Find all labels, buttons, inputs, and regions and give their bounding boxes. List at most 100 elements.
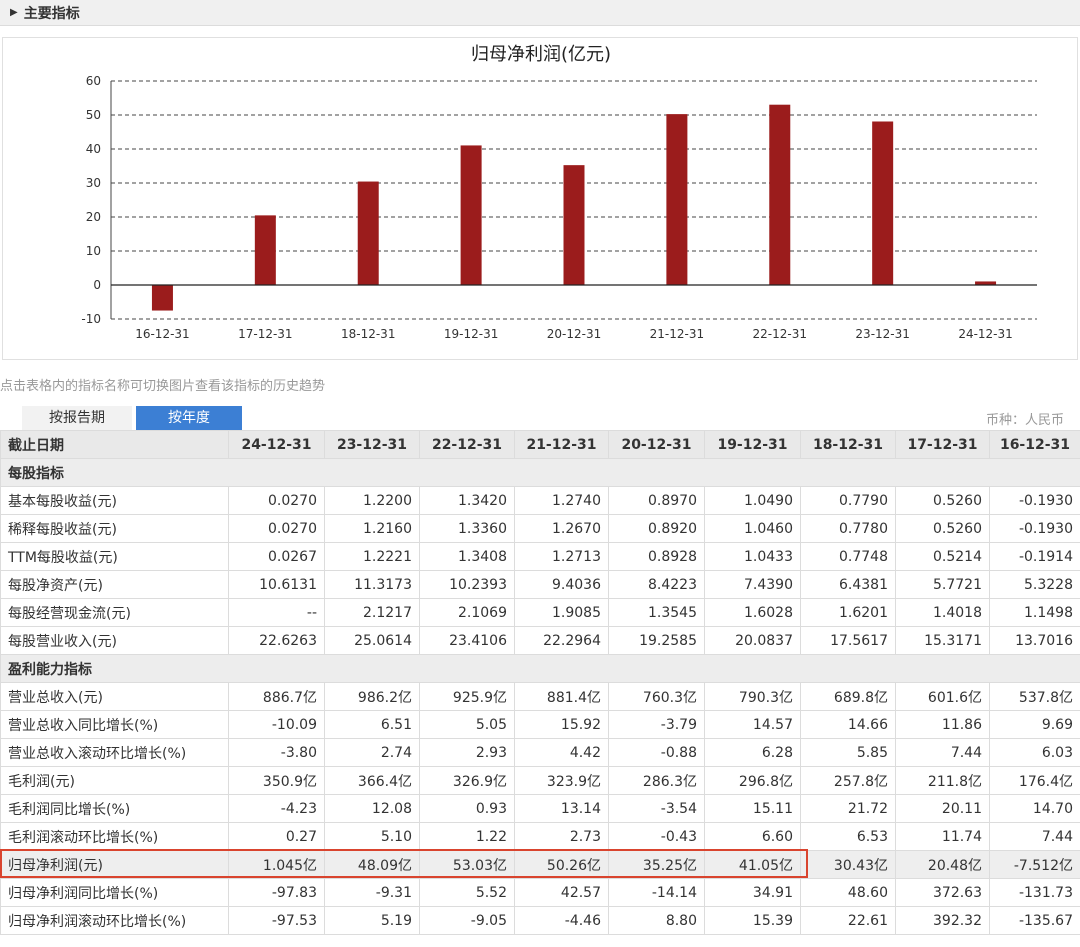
tab-by-report-period[interactable]: 按报告期 [22, 406, 132, 430]
indicator-name-link[interactable]: 稀释每股收益(元) [0, 514, 229, 543]
table-cell: 0.93 [419, 794, 515, 823]
indicator-name-link[interactable]: 归母净利润(元) [0, 850, 229, 879]
table-row: 归母净利润滚动环比增长(%) -97.53 5.19 -9.05 -4.46 8.80 15… [0, 906, 1080, 935]
table-cell: 41.05亿 [704, 850, 801, 879]
table-row: 毛利润同比增长(%) -4.23 12.08 0.93 13.14 -3.54 15.11 2… [0, 794, 1080, 823]
table-cell: 1.0460 [704, 514, 801, 543]
indicator-name-link[interactable]: 毛利润(元) [0, 766, 229, 795]
table-cell: 14.70 [989, 794, 1080, 823]
header-date: 18-12-31 [800, 430, 896, 459]
table-cell: 176.4亿 [989, 766, 1080, 795]
x-tick-label: 17-12-31 [238, 327, 292, 341]
indicator-name-link[interactable]: 营业总收入滚动环比增长(%) [0, 738, 229, 767]
table-row: 毛利润(元) 350.9亿 366.4亿 326.9亿 323.9亿 286.3亿 296.… [0, 766, 1080, 795]
y-tick-label: 30 [86, 176, 101, 190]
table-row: 归母净利润同比增长(%) -97.83 -9.31 5.52 42.57 -14.14 34… [0, 878, 1080, 907]
table-cell: 601.6亿 [895, 682, 990, 711]
table-cell: 0.0267 [228, 542, 325, 571]
x-tick-label: 21-12-31 [650, 327, 704, 341]
table-cell: 19.2585 [608, 626, 705, 655]
table-cell: 9.69 [989, 710, 1080, 739]
header-date: 23-12-31 [324, 430, 420, 459]
group-title: 盈利能力指标 [0, 654, 1080, 683]
table-cell: 7.4390 [704, 570, 801, 599]
y-tick-label: 50 [86, 108, 101, 122]
table-cell: 0.5214 [895, 542, 990, 571]
header-date: 19-12-31 [704, 430, 801, 459]
table-cell: 1.2713 [514, 542, 609, 571]
table-row: 稀释每股收益(元) 0.0270 1.2160 1.3360 1.2670 0.8920 1… [0, 514, 1080, 543]
x-tick-label: 18-12-31 [341, 327, 395, 341]
table-row: 营业总收入同比增长(%) -10.09 6.51 5.05 15.92 -3.79 14.5… [0, 710, 1080, 739]
table-cell: 1.3360 [419, 514, 515, 543]
table-cell: 0.8928 [608, 542, 705, 571]
indicator-name-link[interactable]: 每股净资产(元) [0, 570, 229, 599]
table-cell: 4.42 [514, 738, 609, 767]
table-cell: 2.1069 [419, 598, 515, 627]
period-tabs: 按报告期 按年度 币种：人民币 [0, 406, 1080, 430]
caret-right-icon: ▶ [10, 7, 18, 18]
indicator-name-link[interactable]: 营业总收入同比增长(%) [0, 710, 229, 739]
chart-bar [872, 121, 894, 285]
table-row: 营业总收入滚动环比增长(%) -3.80 2.74 2.93 4.42 -0.88 6.28… [0, 738, 1080, 767]
section-title: 主要指标 [23, 5, 80, 22]
table-cell: 886.7亿 [228, 682, 325, 711]
table-cell: 22.61 [800, 906, 896, 935]
table-cell: 1.2670 [514, 514, 609, 543]
section-header-main-indicators[interactable]: ▶ 主要指标 [0, 0, 1080, 26]
table-cell: 7.44 [895, 738, 990, 767]
indicator-name-link[interactable]: 毛利润同比增长(%) [0, 794, 229, 823]
table-cell: -0.1914 [989, 542, 1080, 571]
indicator-name-link[interactable]: 每股营业收入(元) [0, 626, 229, 655]
table-row: 每股经营现金流(元) -- 2.1217 2.1069 1.9085 1.3545 1.60… [0, 598, 1080, 627]
indicator-name-link[interactable]: 每股经营现金流(元) [0, 598, 229, 627]
table-cell: 34.91 [704, 878, 801, 907]
table-cell: 286.3亿 [608, 766, 705, 795]
tab-by-year[interactable]: 按年度 [136, 406, 242, 430]
table-cell: 9.4036 [514, 570, 609, 599]
table-cell: 1.3420 [419, 486, 515, 515]
indicator-name-link[interactable]: 营业总收入(元) [0, 682, 229, 711]
table-cell: 0.7790 [800, 486, 896, 515]
table-cell: 5.10 [324, 822, 420, 851]
table-cell: 11.3173 [324, 570, 420, 599]
indicator-name-link[interactable]: TTM每股收益(元) [0, 542, 229, 571]
table-cell: 6.03 [989, 738, 1080, 767]
table-cell: 925.9亿 [419, 682, 515, 711]
table-cell: -97.83 [228, 878, 325, 907]
table-cell: 537.8亿 [989, 682, 1080, 711]
table-row: 归母净利润(元) 1.045亿 48.09亿 53.03亿 50.26亿 35.25亿 41… [0, 850, 1080, 879]
table-cell: 5.7721 [895, 570, 990, 599]
table-cell: 23.4106 [419, 626, 515, 655]
table-cell: 10.2393 [419, 570, 515, 599]
table-row: 基本每股收益(元) 0.0270 1.2200 1.3420 1.2740 0.8970 1… [0, 486, 1080, 515]
table-cell: 1.4018 [895, 598, 990, 627]
table-cell: 6.60 [704, 822, 801, 851]
indicator-name-link[interactable]: 基本每股收益(元) [0, 486, 229, 515]
table-cell: 1.3408 [419, 542, 515, 571]
table-cell: 6.4381 [800, 570, 896, 599]
table-cell: 15.3171 [895, 626, 990, 655]
table-row: 每股营业收入(元) 22.6263 25.0614 23.4106 22.2964 19.… [0, 626, 1080, 655]
table-cell: 2.73 [514, 822, 609, 851]
table-cell: 20.0837 [704, 626, 801, 655]
table-cell: 1.22 [419, 822, 515, 851]
indicator-name-link[interactable]: 毛利润滚动环比增长(%) [0, 822, 229, 851]
table-cell: 30.43亿 [800, 850, 896, 879]
table-cell: 21.72 [800, 794, 896, 823]
header-date: 17-12-31 [895, 430, 990, 459]
table-cell: 1.0433 [704, 542, 801, 571]
table-cell: 5.52 [419, 878, 515, 907]
y-tick-label: 60 [86, 74, 101, 88]
indicator-name-link[interactable]: 归母净利润滚动环比增长(%) [0, 906, 229, 935]
indicator-name-link[interactable]: 归母净利润同比增长(%) [0, 878, 229, 907]
x-tick-label: 20-12-31 [547, 327, 601, 341]
header-date: 21-12-31 [514, 430, 609, 459]
chart-bar [666, 114, 688, 285]
header-date: 24-12-31 [228, 430, 325, 459]
table-cell: 1.2221 [324, 542, 420, 571]
currency-label: 币种：人民币 [985, 413, 1064, 428]
chart-hint-text: 点击表格内的指标名称可切换图片查看该指标的历史趋势 [0, 379, 326, 394]
table-cell: -97.53 [228, 906, 325, 935]
table-cell: 1.2200 [324, 486, 420, 515]
